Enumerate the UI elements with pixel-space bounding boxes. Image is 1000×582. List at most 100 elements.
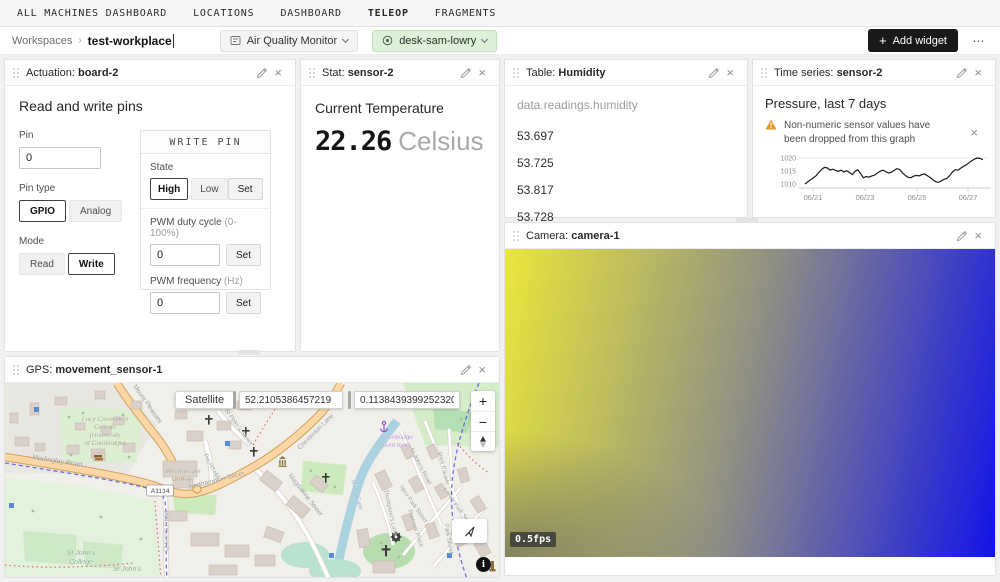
- widget-title: Stat:: [322, 67, 345, 79]
- svg-text:06/27: 06/27: [959, 193, 978, 202]
- zoom-in-button[interactable]: +: [471, 391, 495, 411]
- close-widget-icon[interactable]: ×: [271, 66, 285, 79]
- svg-text:of Cambridge): of Cambridge): [84, 440, 125, 447]
- edit-widget-icon[interactable]: [953, 230, 971, 242]
- part-icon: [382, 35, 393, 46]
- write-pin-panel: WRITE PIN State High Low Set PWM duty cy…: [140, 130, 271, 290]
- longitude-input[interactable]: [354, 391, 460, 409]
- svg-text:1020: 1020: [780, 156, 796, 163]
- svg-text:College: College: [172, 476, 194, 483]
- state-high-button[interactable]: High: [150, 178, 188, 200]
- drag-handle-icon[interactable]: [13, 68, 19, 78]
- workspace-name-input[interactable]: test-workplace: [88, 34, 174, 48]
- widget-title: Camera:: [526, 230, 568, 242]
- drag-handle-icon[interactable]: [513, 231, 519, 241]
- state-set-button[interactable]: Set: [228, 178, 263, 200]
- coord-divider: [348, 391, 351, 409]
- drag-handle-icon[interactable]: [513, 68, 519, 78]
- widget-header: Time series: sensor-2 ×: [753, 60, 995, 86]
- svg-text:06/25: 06/25: [908, 193, 927, 202]
- zoom-out-button[interactable]: −: [471, 411, 495, 431]
- close-widget-icon[interactable]: ×: [971, 66, 985, 79]
- nav-tab-fragments[interactable]: FRAGMENTS: [435, 8, 496, 19]
- plus-icon: +: [879, 34, 887, 47]
- actuation-heading: Read and write pins: [19, 98, 281, 114]
- part-selector-dropdown[interactable]: desk-sam-lowry: [372, 30, 497, 52]
- svg-text:College: College: [94, 424, 116, 431]
- svg-text:Lucy Cavendish: Lucy Cavendish: [82, 416, 129, 423]
- widget-header: Table: Humidity ×: [505, 60, 747, 86]
- chart-title: Pressure, last 7 days: [765, 96, 983, 111]
- warning-icon: [765, 119, 777, 130]
- pwm-frequency-input[interactable]: [150, 292, 220, 314]
- nav-tab-dashboard[interactable]: DASHBOARD: [280, 8, 341, 19]
- drag-handle-icon[interactable]: [761, 68, 767, 78]
- machine-selector-dropdown[interactable]: Air Quality Monitor: [220, 30, 358, 52]
- edit-widget-icon[interactable]: [457, 67, 475, 79]
- mode-write-button[interactable]: Write: [68, 253, 115, 275]
- close-widget-icon[interactable]: ×: [971, 229, 985, 242]
- svg-text:A1134: A1134: [151, 488, 170, 495]
- widget-header: GPS: movement_sensor-1 ×: [5, 357, 499, 383]
- chevron-down-icon: [481, 35, 488, 42]
- latitude-input[interactable]: [239, 391, 343, 409]
- map-canvas[interactable]: Madingley RoadMount PleasantNorthampton …: [5, 383, 499, 577]
- top-nav: ALL MACHINES DASHBOARD LOCATIONS DASHBOARD…: [0, 0, 1000, 27]
- edit-widget-icon[interactable]: [953, 67, 971, 79]
- svg-text:Cambridge: Cambridge: [381, 434, 413, 441]
- breadcrumb: Workspaces › test-workplace: [12, 34, 174, 48]
- map-attribution-info-icon[interactable]: i: [476, 557, 491, 572]
- nav-tab-teleop[interactable]: TELEOP: [368, 8, 409, 19]
- edit-widget-icon[interactable]: [705, 67, 723, 79]
- edit-widget-icon[interactable]: [253, 67, 271, 79]
- add-widget-button[interactable]: + Add widget: [868, 29, 958, 52]
- pin-type-gpio-button[interactable]: GPIO: [19, 200, 66, 222]
- grid-resize-handle[interactable]: [736, 218, 758, 223]
- compass-needle-icon: [479, 436, 487, 448]
- widget-timeseries: Time series: sensor-2 × Pressure, last 7…: [752, 59, 996, 218]
- locate-button[interactable]: [452, 519, 487, 543]
- close-widget-icon[interactable]: ×: [475, 66, 489, 79]
- pwm-frequency-set-button[interactable]: Set: [226, 292, 261, 314]
- svg-text:Queen's Road: Queen's Road: [163, 510, 170, 552]
- widget-stat: Stat: sensor-2 × Current Temperature 22.…: [300, 59, 500, 352]
- stat-unit: Celsius: [398, 126, 483, 157]
- drag-handle-icon[interactable]: [13, 365, 19, 375]
- edit-widget-icon[interactable]: [457, 364, 475, 376]
- dismiss-warning-icon[interactable]: ×: [967, 119, 981, 146]
- state-low-button[interactable]: Low: [191, 178, 227, 200]
- pwm-frequency-label: PWM frequency (Hz): [150, 276, 261, 287]
- machine-selector-label: Air Quality Monitor: [247, 35, 337, 47]
- more-options-button[interactable]: ⋯: [966, 34, 992, 48]
- svg-text:06/23: 06/23: [856, 193, 875, 202]
- widget-table: Table: Humidity × data.readings.humidity…: [504, 59, 748, 218]
- pin-input[interactable]: [19, 147, 101, 169]
- nav-tab-locations[interactable]: LOCATIONS: [193, 8, 254, 19]
- svg-text:St John's: St John's: [67, 550, 96, 557]
- breadcrumb-workspaces[interactable]: Workspaces: [12, 35, 72, 47]
- compass-reset-button[interactable]: [471, 431, 495, 451]
- close-widget-icon[interactable]: ×: [723, 66, 737, 79]
- mode-read-button[interactable]: Read: [19, 253, 65, 275]
- close-widget-icon[interactable]: ×: [475, 363, 489, 376]
- widget-title: Time series:: [774, 67, 834, 79]
- svg-text:06/21: 06/21: [804, 193, 823, 202]
- stat-value: 22.26: [315, 126, 391, 157]
- nav-tab-all-machines-dashboard[interactable]: ALL MACHINES DASHBOARD: [17, 8, 167, 19]
- svg-text:1010: 1010: [780, 182, 796, 189]
- pin-type-label: Pin type: [19, 183, 131, 194]
- grid-resize-handle[interactable]: [238, 350, 260, 355]
- pin-type-analog-button[interactable]: Analog: [69, 200, 122, 222]
- widget-header: Camera: camera-1 ×: [505, 223, 995, 249]
- breadcrumb-separator: ›: [78, 35, 81, 46]
- table-row: 53.817: [517, 176, 735, 203]
- widget-title: GPS:: [26, 364, 52, 376]
- satellite-toggle-button[interactable]: Satellite: [175, 391, 234, 409]
- pressure-line-chart[interactable]: 10101015102006/2106/2306/2506/27: [765, 146, 995, 204]
- pwm-duty-label: PWM duty cycle (0-100%): [150, 217, 261, 239]
- coord-divider: [233, 391, 236, 409]
- drag-handle-icon[interactable]: [309, 68, 315, 78]
- pwm-duty-input[interactable]: [150, 244, 220, 266]
- pwm-duty-set-button[interactable]: Set: [226, 244, 261, 266]
- widget-camera: Camera: camera-1 × 0.5fps: [504, 222, 996, 576]
